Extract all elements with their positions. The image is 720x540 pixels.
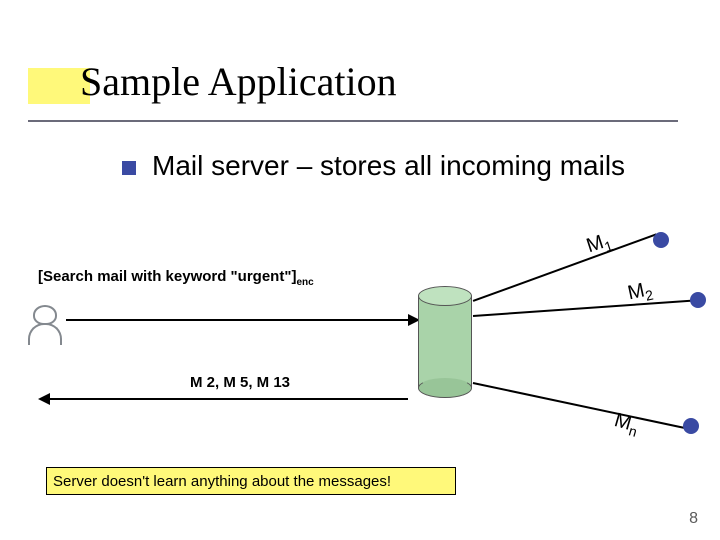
user-icon-head [33, 305, 57, 325]
slide-title: Sample Application [80, 58, 397, 105]
query-text: [Search mail with keyword "urgent"] [38, 268, 296, 285]
server-cylinder-top [418, 286, 472, 306]
message-dot-m1 [653, 232, 669, 248]
m2-sub: 2 [644, 287, 655, 304]
connector-mn [473, 382, 685, 428]
message-label-mn: Mn [611, 409, 641, 440]
connector-m2 [473, 300, 693, 317]
callout-text: Server doesn't learn anything about the … [53, 473, 391, 490]
message-label-m1: M1 [584, 229, 615, 260]
query-sub: enc [296, 277, 313, 288]
m2-prefix: M [626, 279, 647, 304]
query-label: [Search mail with keyword "urgent"]enc [38, 268, 314, 288]
arrow-reply-line [48, 398, 408, 400]
server-cylinder-bottom [418, 378, 472, 398]
slide: Sample Application Mail server – stores … [0, 0, 720, 540]
page-number: 8 [689, 510, 698, 528]
user-icon-body [28, 323, 62, 345]
server-cylinder-body [418, 296, 472, 388]
message-dot-m2 [690, 292, 706, 308]
arrow-request-line [66, 319, 412, 321]
message-label-m2: M2 [626, 278, 655, 308]
callout-box: Server doesn't learn anything about the … [46, 467, 456, 495]
reply-label: M 2, M 5, M 13 [190, 374, 290, 391]
arrow-reply-head [38, 393, 50, 405]
message-dot-mn [683, 418, 699, 434]
